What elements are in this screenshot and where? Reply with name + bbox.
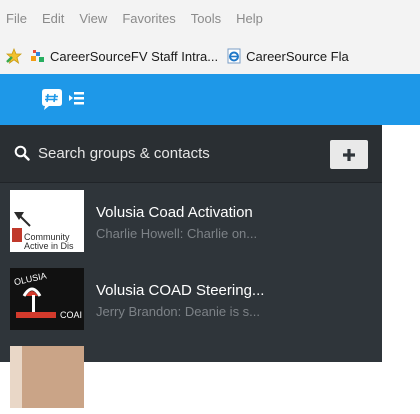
menu-help[interactable]: Help bbox=[236, 0, 263, 38]
conversation-preview: Jerry Brandon: Deanie is s... bbox=[96, 304, 261, 319]
favorite-label: CareerSourceFV Staff Intra... bbox=[50, 48, 219, 64]
favorite-site-icon bbox=[31, 50, 44, 62]
conversation-item[interactable]: Community Active in Dis Volusia Coad Act… bbox=[0, 184, 382, 258]
menu-favorites[interactable]: Favorites bbox=[122, 0, 175, 38]
sidebar: Community Active in Dis Volusia Coad Act… bbox=[0, 125, 382, 408]
search-bar bbox=[0, 125, 382, 183]
favorite-link-careersource[interactable]: CareerSource Fla bbox=[226, 48, 349, 64]
conversation-title: Volusia Coad Activation bbox=[96, 204, 253, 221]
favorite-link-staff-intranet[interactable]: CareerSourceFV Staff Intra... bbox=[30, 48, 218, 64]
conversation-item[interactable]: OLUSIA COAI Volusia COAD Steering... Jer… bbox=[0, 262, 382, 336]
favorites-star-icon[interactable] bbox=[6, 48, 22, 64]
menu-edit[interactable]: Edit bbox=[42, 0, 64, 38]
group-avatar-photo bbox=[10, 346, 84, 408]
conversation-preview: Charlie Howell: Charlie on... bbox=[96, 226, 258, 241]
search-input[interactable] bbox=[38, 141, 318, 165]
app-header bbox=[0, 74, 420, 125]
favorite-label: CareerSource Fla bbox=[246, 48, 349, 64]
add-button[interactable] bbox=[330, 140, 368, 169]
ie-page-icon bbox=[227, 48, 241, 64]
svg-text:COAI: COAI bbox=[60, 310, 82, 320]
group-avatar-volusia-coad-logo: OLUSIA COAI bbox=[10, 268, 84, 330]
browser-menu-bar: File Edit View Favorites Tools Help bbox=[0, 0, 420, 38]
conversation-content-area bbox=[382, 125, 420, 362]
conversation-item[interactable] bbox=[0, 340, 382, 414]
svg-text:Active in Dis: Active in Dis bbox=[24, 241, 74, 251]
plus-icon bbox=[343, 148, 355, 161]
conversation-title: Volusia COAD Steering... bbox=[96, 282, 265, 299]
menu-view[interactable]: View bbox=[79, 0, 107, 38]
groupme-logo-icon[interactable] bbox=[40, 88, 104, 112]
menu-file[interactable]: File bbox=[6, 0, 27, 38]
favorites-bar: CareerSourceFV Staff Intra... CareerSour… bbox=[0, 38, 420, 74]
search-icon bbox=[14, 145, 30, 161]
menu-tools[interactable]: Tools bbox=[191, 0, 221, 38]
group-avatar-community-logo: Community Active in Dis bbox=[10, 190, 84, 252]
